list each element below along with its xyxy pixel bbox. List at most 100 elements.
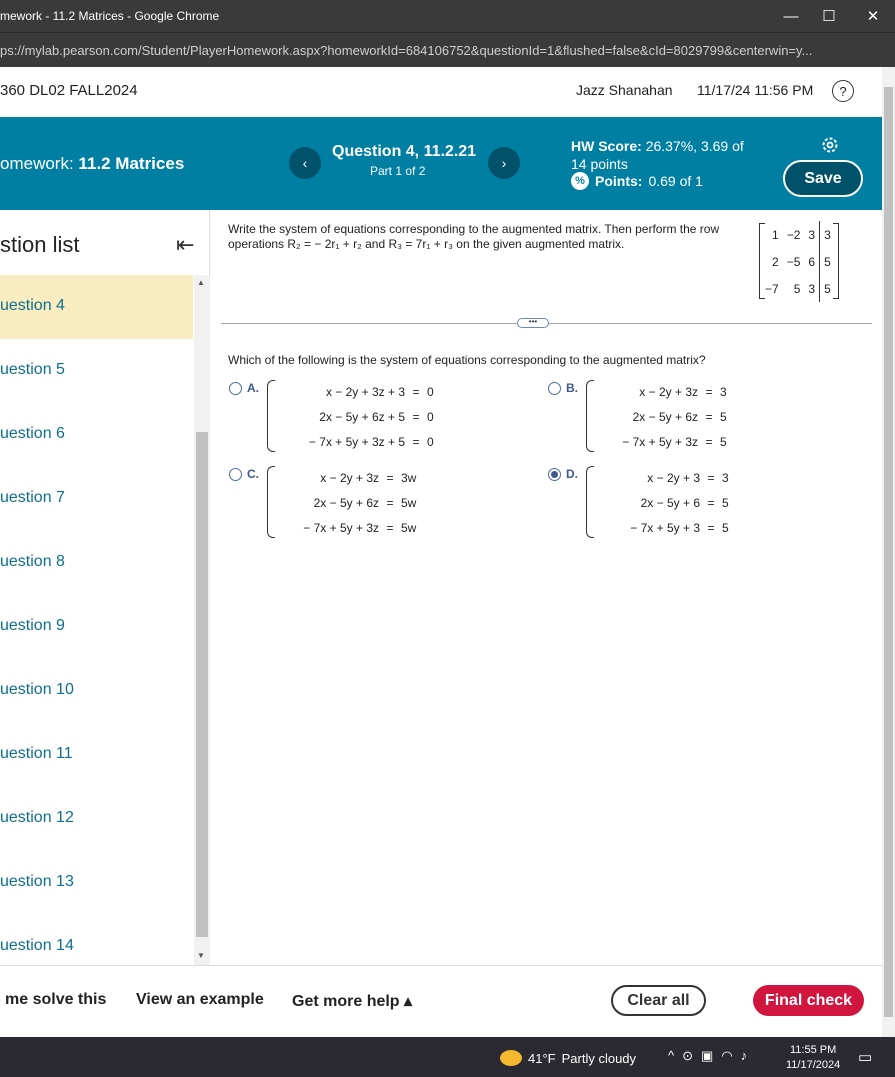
- hw-score-label: HW Score:: [571, 138, 642, 154]
- security-icon[interactable]: ▣: [701, 1048, 713, 1064]
- matrix-cell: 5: [793, 281, 801, 296]
- equation-row: − 7x + 5y + 3z = 5: [622, 435, 727, 449]
- weather-temp: 41°F: [528, 1050, 556, 1066]
- hw-score-value: 26.37%, 3.69 of: [645, 138, 744, 154]
- question-title: Question 4, 11.2.21: [332, 143, 477, 160]
- choice-a[interactable]: A. x − 2y + 3z + 3 = 0 2x − 5y + 6z + 5 = 0 …: [229, 380, 529, 460]
- hw-score: HW Score: 26.37%, 3.69 of 14 points: [571, 137, 761, 173]
- windows-taskbar: 41°F Partly cloudy ^ ⊙ ▣ ◠ ♪ 11:55 PM 11…: [0, 1037, 895, 1077]
- sidebar-item-question-13[interactable]: uestion 13: [0, 851, 193, 915]
- partial-credit-icon: %: [571, 172, 589, 190]
- points-label: Points:: [595, 173, 643, 189]
- course-header: 360 DL02 FALL2024 Jazz Shanahan 11/17/24…: [0, 67, 882, 117]
- choice-d-letter: D.: [566, 467, 578, 481]
- points-value: 0.69 of 1: [648, 173, 703, 189]
- user-name: Jazz Shanahan: [576, 82, 673, 98]
- wifi-icon[interactable]: ◠: [721, 1048, 732, 1064]
- sidebar-item-question-6[interactable]: uestion 6: [0, 403, 193, 467]
- next-question-button[interactable]: ›: [488, 147, 520, 179]
- page-scroll-thumb[interactable]: [884, 87, 893, 1017]
- collapse-sidebar-icon[interactable]: ⇤: [176, 232, 194, 258]
- notifications-icon[interactable]: ▭: [858, 1048, 872, 1066]
- augmented-matrix: 1 −2 3 3 2 −5 6 5 −7 5 3 5: [759, 221, 839, 302]
- brace: [267, 380, 275, 452]
- choice-d-radio[interactable]: [548, 468, 561, 481]
- settings-gear-icon[interactable]: [820, 135, 840, 155]
- equation-row: 2x − 5y + 6z = 5w: [313, 496, 417, 510]
- sidebar-item-question-11[interactable]: uestion 11: [0, 723, 193, 787]
- equation-row: − 7x + 5y + 3z = 5w: [303, 521, 417, 535]
- sidebar-item-question-4[interactable]: uestion 4: [0, 275, 193, 339]
- weather-widget[interactable]: 41°F Partly cloudy: [500, 1050, 636, 1066]
- question-list-sidebar: stion list ⇤ uestion 4 uestion 5 uestion…: [0, 210, 210, 965]
- equation-row: 2x − 5y + 6z = 5: [632, 410, 727, 424]
- weather-desc: Partly cloudy: [561, 1050, 637, 1066]
- matrix-cell: 3: [808, 281, 816, 296]
- equation-row: 2x − 5y + 6 = 5: [640, 496, 729, 510]
- page-scrollbar[interactable]: [882, 67, 895, 1037]
- matrix-right-bracket: [832, 223, 839, 299]
- clear-all-button[interactable]: Clear all: [611, 985, 706, 1016]
- choice-b[interactable]: B. x − 2y + 3z = 3 2x − 5y + 6z = 5 − 7x + 5…: [548, 380, 848, 460]
- equation-row: x − 2y + 3 = 3: [647, 471, 729, 485]
- choice-c-radio[interactable]: [229, 468, 242, 481]
- final-check-button[interactable]: Final check: [753, 985, 864, 1016]
- show-hidden-icons-icon[interactable]: ^: [668, 1048, 674, 1064]
- close-icon[interactable]: ✕: [851, 0, 895, 32]
- homework-title: omework: 11.2 Matrices: [0, 154, 184, 174]
- brace: [586, 466, 594, 538]
- sidebar-scroll-thumb[interactable]: [196, 432, 208, 937]
- brace: [267, 466, 275, 538]
- sidebar-item-question-12[interactable]: uestion 12: [0, 787, 193, 851]
- scroll-down-icon[interactable]: ▼: [197, 951, 205, 960]
- view-an-example-link[interactable]: View an example: [136, 991, 264, 1009]
- sidebar-scrollbar[interactable]: ▲ ▼: [194, 275, 210, 965]
- question-instruction: Write the system of equations correspond…: [228, 222, 720, 251]
- url-text[interactable]: ps://mylab.pearson.com/Student/PlayerHom…: [0, 43, 885, 58]
- address-bar[interactable]: ps://mylab.pearson.com/Student/PlayerHom…: [0, 32, 895, 67]
- taskbar-clock[interactable]: 11:55 PM 11/17/2024: [786, 1043, 840, 1073]
- hw-score-points: 14 points: [571, 156, 628, 172]
- prev-question-button[interactable]: ‹: [289, 147, 321, 179]
- device-icon[interactable]: ⊙: [682, 1048, 693, 1064]
- choice-c[interactable]: C. x − 2y + 3z = 3w 2x − 5y + 6z = 5w − 7x +…: [229, 466, 529, 546]
- maximize-icon[interactable]: ☐: [807, 0, 851, 32]
- partly-cloudy-icon: [500, 1050, 522, 1066]
- sidebar-item-question-7[interactable]: uestion 7: [0, 467, 193, 531]
- matrix-cell: −5: [786, 254, 801, 269]
- sidebar-item-question-9[interactable]: uestion 9: [0, 595, 193, 659]
- sidebar-item-question-8[interactable]: uestion 8: [0, 531, 193, 595]
- choice-a-letter: A.: [247, 381, 259, 395]
- homework-label: omework:: [0, 154, 74, 173]
- choice-c-letter: C.: [247, 467, 259, 481]
- choice-a-radio[interactable]: [229, 382, 242, 395]
- save-button[interactable]: Save: [783, 160, 863, 197]
- current-datetime: 11/17/24 11:56 PM: [697, 82, 814, 98]
- question-content: Write the system of equations correspond…: [211, 210, 882, 965]
- sidebar-item-question-10[interactable]: uestion 10: [0, 659, 193, 723]
- homework-bar: omework: 11.2 Matrices ‹ Question 4, 11.…: [0, 117, 882, 210]
- clock-date: 11/17/2024: [786, 1059, 841, 1071]
- help-me-solve-this-link[interactable]: me solve this: [5, 991, 106, 1009]
- question-list-heading: stion list: [0, 232, 80, 257]
- volume-icon[interactable]: ♪: [741, 1048, 748, 1064]
- equation-row: − 7x + 5y + 3 = 5: [630, 521, 729, 535]
- homework-name: 11.2 Matrices: [78, 154, 185, 173]
- sidebar-item-question-14[interactable]: uestion 14: [0, 915, 193, 965]
- choice-b-radio[interactable]: [548, 382, 561, 395]
- system-tray: ^ ⊙ ▣ ◠ ♪: [668, 1048, 747, 1064]
- help-icon[interactable]: ?: [832, 80, 854, 102]
- equation-row: 2x − 5y + 6z + 5 = 0: [319, 410, 434, 424]
- question-points: % Points: 0.69 of 1: [571, 172, 703, 190]
- clock-time: 11:55 PM: [789, 1044, 837, 1056]
- choice-d[interactable]: D. x − 2y + 3 = 3 2x − 5y + 6 = 5 − 7x + 5y …: [548, 466, 848, 546]
- bottom-toolbar: me solve this View an example Get more h…: [0, 965, 882, 1037]
- get-more-help-button[interactable]: Get more help ▴: [292, 991, 412, 1011]
- sidebar-item-question-5[interactable]: uestion 5: [0, 339, 193, 403]
- choice-b-letter: B.: [566, 381, 578, 395]
- matrix-cell: 6: [808, 254, 816, 269]
- browser-title-bar: mework - 11.2 Matrices - Google Chrome —…: [0, 0, 895, 32]
- scroll-up-icon[interactable]: ▲: [197, 278, 205, 287]
- expand-more-icon[interactable]: •••: [517, 318, 549, 328]
- equation-row: x − 2y + 3z = 3w: [320, 471, 417, 485]
